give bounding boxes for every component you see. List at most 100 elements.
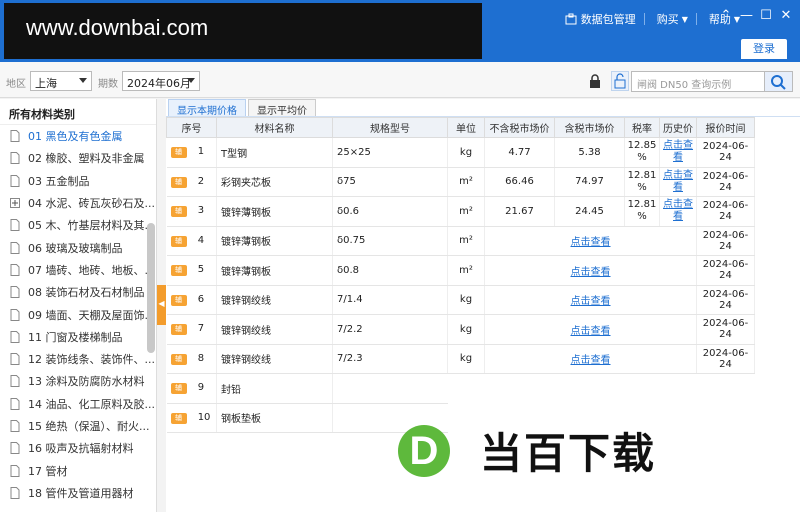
view-price-link[interactable]: 点击查看	[484, 226, 697, 256]
table-row[interactable]: 辅 4 镀锌薄钢板 δ0.75 m² 点击查看 2024-06-24	[166, 226, 755, 256]
sidebar-item[interactable]: 14 油品、化工原料及胶...	[0, 393, 156, 415]
tax-rate: 12.81 %	[624, 167, 660, 197]
material-unit: m²	[447, 196, 485, 227]
search-input[interactable]: 闸阀 DN50 查询示例	[631, 71, 765, 92]
package-icon	[565, 13, 577, 25]
lock-icon[interactable]	[588, 74, 602, 88]
view-price-link[interactable]: 点击查看	[484, 314, 697, 345]
document-icon	[10, 263, 24, 276]
aux-badge: 辅	[170, 147, 187, 159]
tax-rate: 12.85 %	[624, 137, 660, 168]
buy-menu[interactable]: 购买 ▼	[657, 11, 688, 27]
sidebar-scrollbar[interactable]	[147, 223, 155, 353]
row-number-cell: 辅 1	[166, 137, 217, 168]
document-icon	[10, 397, 24, 410]
buy-label: 购买	[656, 13, 679, 26]
material-spec: 7/1.4	[332, 285, 448, 315]
sidebar-item[interactable]: 08 装饰石材及石材制品	[0, 281, 156, 303]
col-header-date: 报价时间	[696, 117, 755, 138]
view-price-link[interactable]: 点击查看	[484, 285, 697, 315]
view-link-text: 点击查看	[570, 296, 611, 308]
table-row[interactable]: 辅 7 镀锌钢绞线 7/2.2 kg 点击查看 2024-06-24	[166, 314, 755, 345]
sidebar-item-label: 05 木、竹基层材料及其...	[28, 219, 155, 233]
unlock-toggle[interactable]	[611, 71, 629, 91]
brand-logo-icon: D	[398, 424, 450, 477]
sidebar-item[interactable]: 17 管材	[0, 459, 156, 481]
sidebar-item[interactable]: 03 五金制品	[0, 170, 156, 192]
view-price-link[interactable]: 点击查看	[484, 344, 697, 374]
col-header-no: 序号	[166, 117, 217, 138]
sidebar-item-label: 09 墙面、天棚及屋面饰...	[28, 308, 155, 322]
sidebar-item[interactable]: 07 墙砖、地砖、地板、...	[0, 259, 156, 281]
document-icon	[10, 353, 24, 366]
maximize-icon[interactable]: ☐	[760, 8, 772, 23]
sidebar-item[interactable]: 16 吸声及抗辐射材料	[0, 437, 156, 459]
price-ex-tax: 4.77	[484, 137, 555, 168]
collapse-sidebar-handle[interactable]: ◀	[157, 285, 166, 325]
sidebar-item[interactable]: 05 木、竹基层材料及其...	[0, 214, 156, 236]
sidebar-item[interactable]: 01 黑色及有色金属	[0, 125, 156, 147]
row-number: 4	[197, 234, 205, 246]
sidebar-item[interactable]: 13 涂料及防腐防水材料	[0, 370, 156, 392]
history-link-text: 点击查看	[663, 169, 693, 193]
history-price-link[interactable]: 点击查看	[659, 196, 697, 227]
document-icon	[10, 286, 24, 299]
sidebar-item[interactable]: 06 玻璃及玻璃制品	[0, 236, 156, 258]
price-ex-tax: 21.67	[484, 196, 555, 227]
period-select[interactable]: 2024年06月	[122, 71, 200, 91]
sidebar-item[interactable]: 09 墙面、天棚及屋面饰...	[0, 303, 156, 325]
sidebar-item[interactable]: 12 装饰线条、装饰件、...	[0, 348, 156, 370]
brand-name: 当百下载	[480, 429, 657, 478]
material-unit: kg	[447, 137, 485, 168]
aux-badge: 辅	[170, 324, 187, 336]
col-header-name: 材料名称	[216, 117, 333, 138]
chevron-down-icon: ▼	[681, 14, 688, 24]
expand-icon[interactable]	[10, 198, 24, 209]
close-icon[interactable]: ✕	[780, 8, 792, 23]
material-spec: δ0.6	[332, 196, 448, 227]
material-name: 镀锌薄钢板	[216, 255, 333, 286]
material-unit: kg	[447, 344, 485, 374]
material-name: 钢板垫板	[216, 403, 333, 433]
row-number-cell: 辅 5	[166, 255, 217, 286]
sidebar-item[interactable]: 15 绝热（保温）、耐火...	[0, 415, 156, 437]
table-row[interactable]: 辅 1 T型钢 25×25 kg 4.77 5.38 12.85 % 点击查看 2024-06-…	[166, 137, 755, 168]
table-row[interactable]: 辅 6 镀锌钢绞线 7/1.4 kg 点击查看 2024-06-24	[166, 285, 755, 315]
row-number: 7	[197, 323, 205, 335]
tab-current-price[interactable]: 显示本期价格	[168, 99, 246, 117]
minimize-icon[interactable]: —	[740, 8, 753, 23]
collapse-icon[interactable]: ⌃	[720, 8, 732, 23]
history-price-link[interactable]: 点击查看	[659, 167, 697, 197]
document-icon	[10, 219, 24, 232]
material-spec: 7/2.2	[332, 314, 448, 345]
watermark-banner: www.downbai.com	[4, 3, 482, 59]
login-button[interactable]: 登录	[740, 38, 788, 60]
table-row[interactable]: 辅 2 彩钢夹芯板 δ75 m² 66.46 74.97 12.81 % 点击查看 2024-0…	[166, 167, 755, 197]
search-button[interactable]	[765, 71, 793, 92]
sidebar-item-label: 06 玻璃及玻璃制品	[28, 241, 123, 255]
row-number: 10	[197, 411, 211, 423]
tab-average-price[interactable]: 显示平均价	[248, 99, 316, 117]
filter-bar: 地区 上海 期数 2024年06月 闸阀 DN50 查询示例	[0, 62, 800, 98]
region-value: 上海	[35, 77, 57, 90]
sidebar-item[interactable]: 18 管件及管道用器材	[0, 482, 156, 504]
history-price-link[interactable]: 点击查看	[659, 137, 697, 168]
table-row[interactable]: 辅 3 镀锌薄钢板 δ0.6 m² 21.67 24.45 12.81 % 点击查看 2024-…	[166, 196, 755, 227]
table-row[interactable]: 辅 8 镀锌钢绞线 7/2.3 kg 点击查看 2024-06-24	[166, 344, 755, 374]
sidebar-item[interactable]: 04 水泥、砖瓦灰砂石及...	[0, 192, 156, 214]
sidebar-item-label: 18 管件及管道用器材	[28, 486, 134, 500]
table-row[interactable]: 辅 5 镀锌薄钢板 δ0.8 m² 点击查看 2024-06-24	[166, 255, 755, 286]
price-in-tax: 24.45	[554, 196, 625, 227]
view-price-link[interactable]: 点击查看	[484, 255, 697, 286]
sidebar-item[interactable]: 02 橡胶、塑料及非金属	[0, 147, 156, 169]
region-select[interactable]: 上海	[30, 71, 92, 91]
aux-badge: 辅	[170, 294, 187, 306]
period-label: 期数	[98, 79, 118, 90]
quote-date: 2024-06-24	[696, 226, 755, 256]
sidebar-item[interactable]: 11 门窗及楼梯制品	[0, 326, 156, 348]
table-row[interactable]: 辅 9 封铅	[166, 373, 755, 404]
package-manager-menu[interactable]: 数据包管理	[565, 11, 636, 27]
chevron-left-icon: ◀	[158, 299, 165, 308]
aux-badge: 辅	[170, 412, 187, 424]
sidebar-item-label: 08 装饰石材及石材制品	[28, 286, 145, 300]
